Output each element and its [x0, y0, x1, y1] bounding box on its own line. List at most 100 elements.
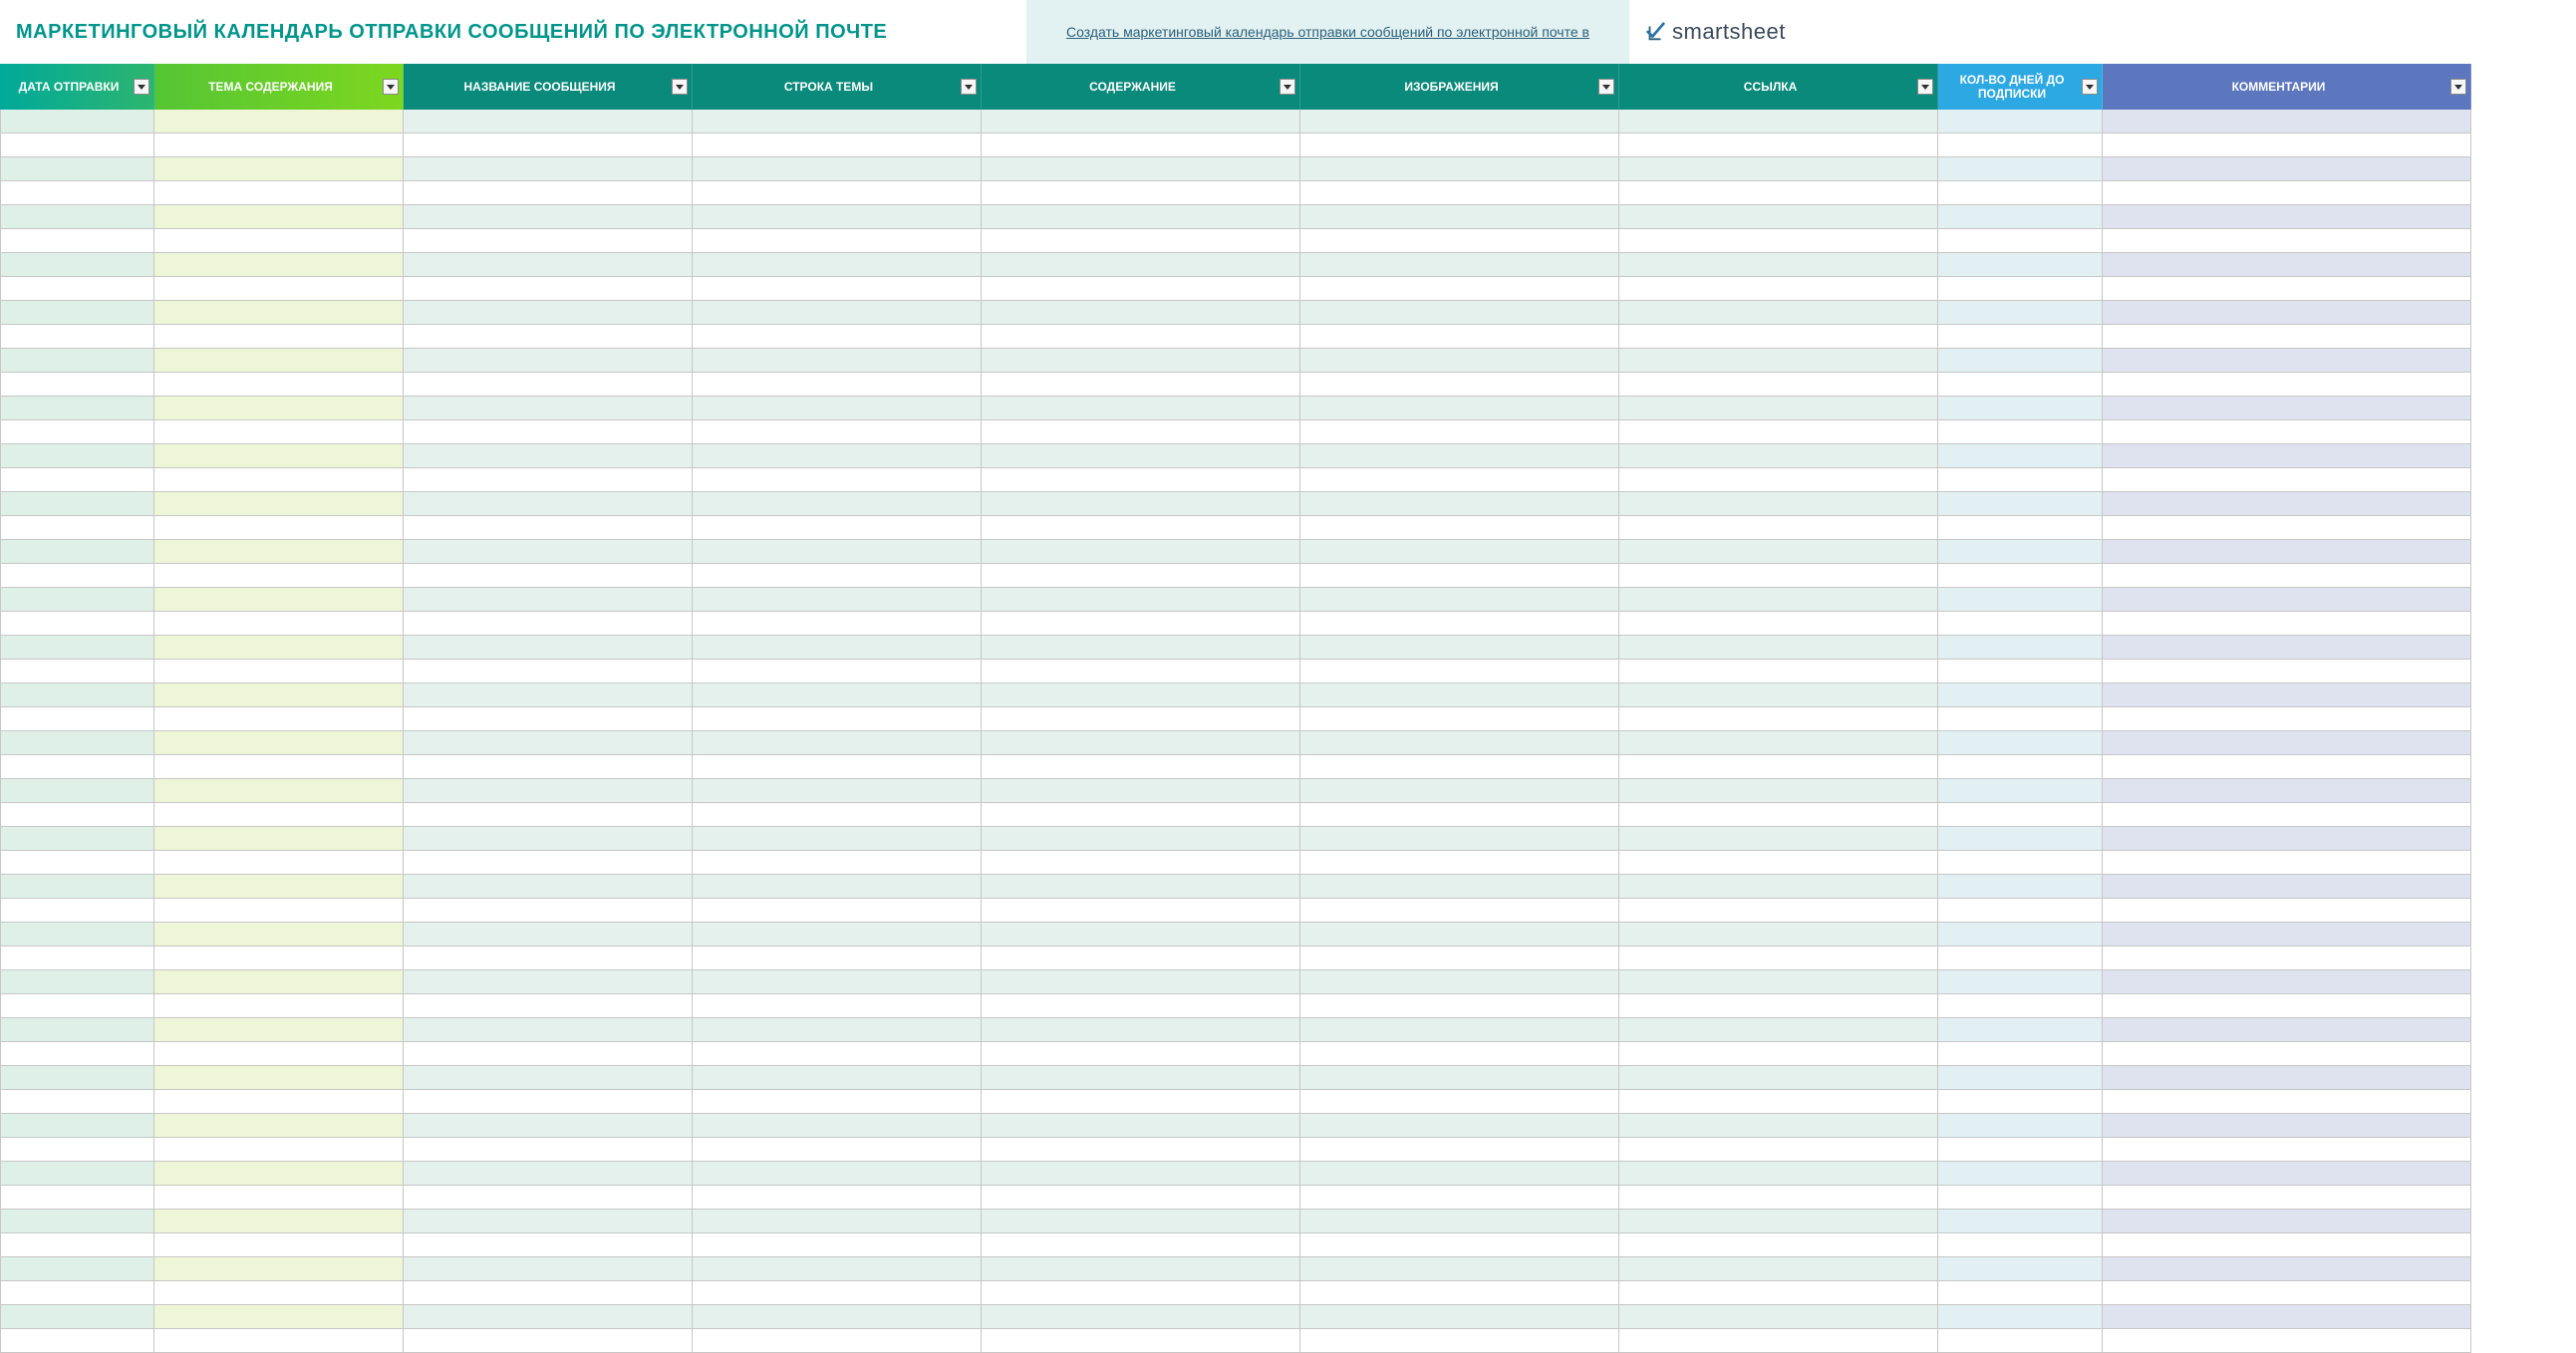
cell[interactable]: [0, 827, 154, 851]
cell[interactable]: [1300, 1186, 1619, 1210]
cell[interactable]: [1300, 660, 1619, 683]
cell[interactable]: [0, 1233, 154, 1257]
cell[interactable]: [1300, 444, 1619, 468]
cell[interactable]: [1300, 947, 1619, 970]
cell[interactable]: [1300, 994, 1619, 1018]
cell[interactable]: [982, 731, 1300, 755]
cell[interactable]: [1938, 970, 2103, 994]
cell[interactable]: [2103, 1018, 2471, 1042]
cell[interactable]: [404, 588, 693, 612]
cell[interactable]: [982, 1186, 1300, 1210]
cell[interactable]: [0, 1281, 154, 1305]
cell[interactable]: [1300, 373, 1619, 397]
cell[interactable]: [1938, 731, 2103, 755]
cell[interactable]: [1938, 1329, 2103, 1353]
cell[interactable]: [154, 397, 404, 420]
cell[interactable]: [1938, 947, 2103, 970]
cell[interactable]: [1300, 1329, 1619, 1353]
cell[interactable]: [2103, 229, 2471, 253]
cell[interactable]: [693, 588, 982, 612]
cell[interactable]: [2103, 277, 2471, 301]
cell[interactable]: [2103, 373, 2471, 397]
cell[interactable]: [404, 1018, 693, 1042]
cell[interactable]: [1300, 1090, 1619, 1114]
cell[interactable]: [2103, 1042, 2471, 1066]
cell[interactable]: [982, 779, 1300, 803]
cell[interactable]: [1300, 899, 1619, 923]
cell[interactable]: [982, 349, 1300, 373]
cell[interactable]: [0, 612, 154, 636]
cell[interactable]: [1619, 157, 1938, 181]
cell[interactable]: [693, 827, 982, 851]
cell[interactable]: [982, 660, 1300, 683]
cell[interactable]: [154, 110, 404, 134]
cell[interactable]: [693, 564, 982, 588]
cell[interactable]: [0, 110, 154, 134]
cell[interactable]: [2103, 1233, 2471, 1257]
cell[interactable]: [154, 420, 404, 444]
cell[interactable]: [982, 875, 1300, 899]
cell[interactable]: [154, 325, 404, 349]
cell[interactable]: [982, 540, 1300, 564]
column-header-1[interactable]: ТЕМА СОДЕРЖАНИЯ: [154, 64, 404, 110]
cell[interactable]: [1619, 970, 1938, 994]
cell[interactable]: [1938, 420, 2103, 444]
cell[interactable]: [982, 851, 1300, 875]
cell[interactable]: [2103, 492, 2471, 516]
cell[interactable]: [0, 1305, 154, 1329]
cell[interactable]: [982, 325, 1300, 349]
cell[interactable]: [1938, 660, 2103, 683]
cell[interactable]: [693, 636, 982, 660]
cell[interactable]: [1619, 803, 1938, 827]
cell[interactable]: [404, 397, 693, 420]
cell[interactable]: [154, 755, 404, 779]
column-header-4[interactable]: СОДЕРЖАНИЕ: [982, 64, 1300, 110]
cell[interactable]: [154, 827, 404, 851]
cell[interactable]: [982, 277, 1300, 301]
cell[interactable]: [404, 492, 693, 516]
cell[interactable]: [1938, 205, 2103, 229]
cell[interactable]: [693, 181, 982, 205]
column-header-8[interactable]: КОММЕНТАРИИ: [2103, 64, 2471, 110]
cell[interactable]: [982, 492, 1300, 516]
cell[interactable]: [2103, 636, 2471, 660]
cell[interactable]: [2103, 1114, 2471, 1138]
cell[interactable]: [1300, 923, 1619, 947]
cell[interactable]: [2103, 349, 2471, 373]
cell[interactable]: [404, 277, 693, 301]
cell[interactable]: [404, 1281, 693, 1305]
cell[interactable]: [154, 779, 404, 803]
cell[interactable]: [982, 612, 1300, 636]
cell[interactable]: [1619, 1018, 1938, 1042]
cell[interactable]: [0, 1329, 154, 1353]
cell[interactable]: [693, 468, 982, 492]
cell[interactable]: [1300, 1114, 1619, 1138]
cell[interactable]: [404, 899, 693, 923]
cell[interactable]: [1300, 1042, 1619, 1066]
cell[interactable]: [1300, 229, 1619, 253]
cell[interactable]: [154, 1305, 404, 1329]
cell[interactable]: [1300, 325, 1619, 349]
cell[interactable]: [693, 755, 982, 779]
cell[interactable]: [982, 970, 1300, 994]
cell[interactable]: [2103, 994, 2471, 1018]
column-header-2[interactable]: НАЗВАНИЕ СООБЩЕНИЯ: [404, 64, 693, 110]
column-header-7[interactable]: КОЛ-ВО ДНЕЙ ДО ПОДПИСКИ: [1938, 64, 2103, 110]
filter-dropdown-icon[interactable]: [2450, 79, 2466, 95]
cell[interactable]: [2103, 731, 2471, 755]
cell[interactable]: [404, 349, 693, 373]
cell[interactable]: [2103, 1162, 2471, 1186]
cell[interactable]: [693, 301, 982, 325]
cell[interactable]: [693, 205, 982, 229]
cell[interactable]: [982, 181, 1300, 205]
cell[interactable]: [404, 970, 693, 994]
cell[interactable]: [1938, 1210, 2103, 1233]
cell[interactable]: [154, 875, 404, 899]
cell[interactable]: [1619, 373, 1938, 397]
cell[interactable]: [154, 1233, 404, 1257]
cell[interactable]: [0, 1114, 154, 1138]
cell[interactable]: [404, 1162, 693, 1186]
cell[interactable]: [2103, 325, 2471, 349]
cell[interactable]: [1938, 779, 2103, 803]
cell[interactable]: [0, 1018, 154, 1042]
